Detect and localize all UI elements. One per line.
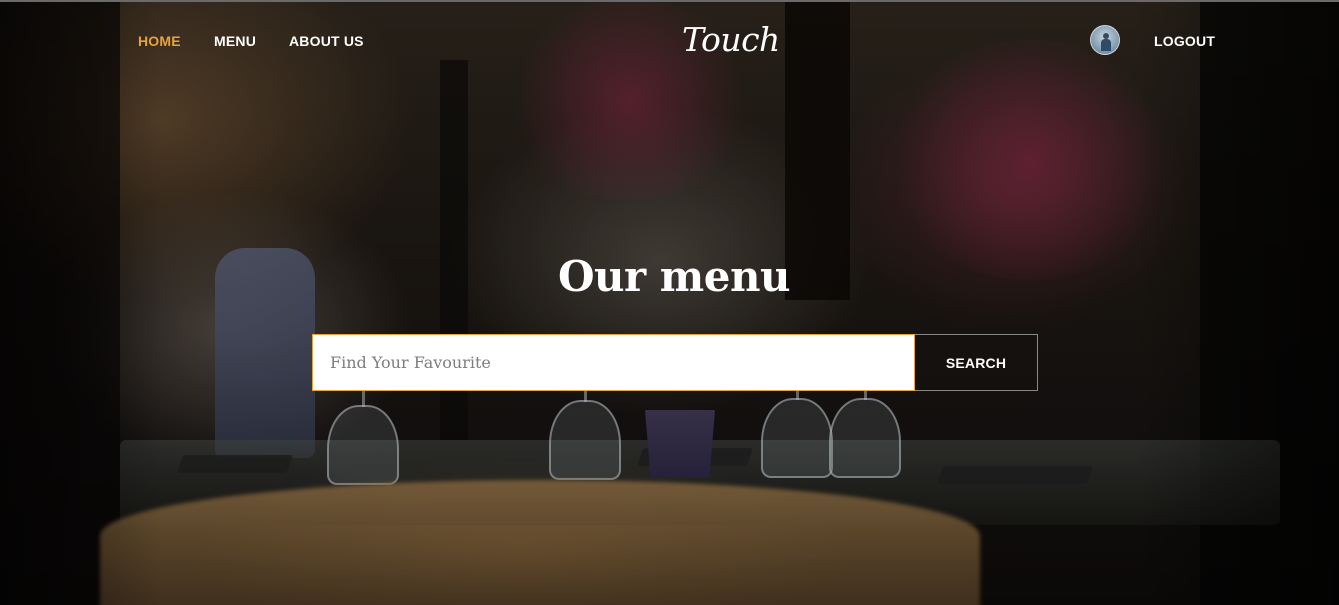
search-bar: SEARCH [312,334,1038,391]
search-input[interactable] [312,334,915,391]
site-logo[interactable]: Touch [682,20,780,59]
logout-link[interactable]: LOGOUT [1154,33,1215,49]
nav-link-home[interactable]: HOME [138,33,181,49]
page-title: Our menu [557,252,791,301]
hero-overlay [0,0,1339,605]
search-button[interactable]: SEARCH [915,334,1038,391]
top-navigation: HOME MENU ABOUT US Touch LOGOUT [0,0,1339,80]
user-avatar-icon[interactable] [1090,25,1120,55]
nav-link-menu[interactable]: MENU [214,33,256,49]
hero-background [0,0,1339,605]
nav-link-about-us[interactable]: ABOUT US [289,33,364,49]
